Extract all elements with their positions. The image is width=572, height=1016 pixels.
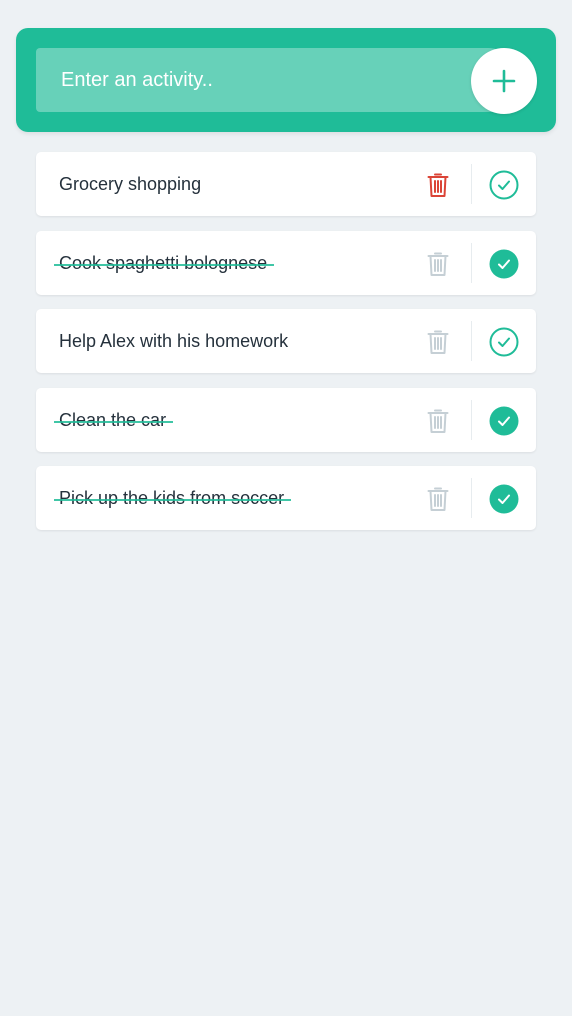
plus-icon: [492, 69, 516, 93]
todo-item: Grocery shopping: [36, 152, 536, 216]
todo-item: Cook spaghetti bolognese: [36, 230, 536, 295]
todo-item-text: Clean the car: [53, 388, 174, 452]
todo-item: Pick up the kids from soccer: [36, 466, 536, 530]
divider: [471, 478, 472, 518]
activity-input-wrapper: [36, 48, 520, 112]
todo-list: Grocery shopping Cook spaghetti bolognes…: [36, 152, 536, 545]
divider: [471, 399, 472, 440]
trash-icon[interactable]: [427, 329, 449, 355]
todo-item-text: Help Alex with his homework: [59, 331, 289, 351]
todo-item-text: Pick up the kids from soccer: [53, 466, 292, 530]
todo-item: Clean the car: [36, 387, 536, 452]
divider: [471, 164, 472, 204]
divider: [471, 242, 472, 283]
trash-icon[interactable]: [427, 172, 449, 198]
check-circle-icon[interactable]: [489, 327, 519, 357]
check-circle-icon[interactable]: [489, 406, 519, 436]
add-activity-header: [16, 28, 556, 132]
check-circle-icon[interactable]: [489, 249, 519, 279]
trash-icon[interactable]: [427, 251, 449, 277]
add-button[interactable]: [471, 48, 537, 114]
check-circle-icon[interactable]: [489, 484, 519, 514]
todo-item: Help Alex with his homework: [36, 309, 536, 373]
todo-item-text: Cook spaghetti bolognese: [53, 231, 275, 295]
check-circle-icon[interactable]: [489, 170, 519, 200]
trash-icon[interactable]: [427, 408, 449, 434]
todo-item-text: Grocery shopping: [59, 174, 202, 194]
divider: [471, 321, 472, 361]
trash-icon[interactable]: [427, 486, 449, 512]
activity-input[interactable]: [36, 48, 456, 112]
